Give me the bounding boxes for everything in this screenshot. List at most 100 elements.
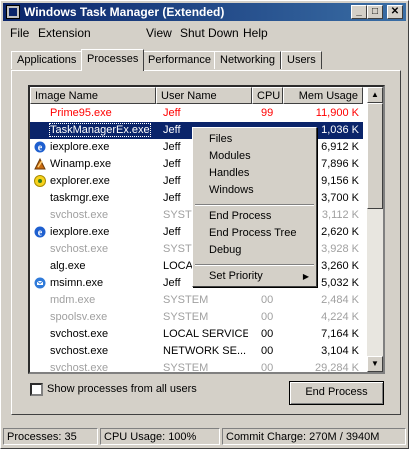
process-cpu: 99 bbox=[261, 107, 274, 119]
process-mem-usage: 3,112 K bbox=[321, 209, 359, 221]
process-user-name: LOCAL SERVICE bbox=[163, 328, 248, 340]
tab-performance[interactable]: Performance bbox=[142, 51, 217, 69]
process-row[interactable]: Prime95.exe Jeff 99 11,900 K bbox=[30, 105, 363, 122]
process-image-name: iexplore.exe bbox=[50, 226, 110, 238]
column-header-cpu[interactable]: CPU bbox=[252, 87, 283, 104]
menu-file[interactable]: File bbox=[10, 26, 29, 40]
process-image-name: explorer.exe bbox=[50, 175, 110, 187]
menu-item-debug[interactable]: Debug bbox=[209, 244, 241, 256]
submenu-arrow-icon: ▶ bbox=[302, 272, 309, 281]
scroll-down-button[interactable]: ▼ bbox=[367, 356, 383, 372]
tab-processes[interactable]: Processes bbox=[81, 49, 145, 71]
msimn-icon bbox=[33, 276, 47, 290]
scroll-thumb[interactable] bbox=[367, 103, 383, 209]
process-mem-usage: 3,104 K bbox=[321, 345, 359, 357]
menu-item-windows[interactable]: Windows bbox=[209, 184, 254, 196]
minimize-button[interactable]: _ bbox=[351, 5, 367, 19]
menu-item-end-process-tree[interactable]: End Process Tree bbox=[209, 227, 296, 239]
process-mem-usage: 7,896 K bbox=[321, 158, 359, 170]
menu-view[interactable]: View bbox=[146, 26, 172, 40]
process-image-name: alg.exe bbox=[50, 260, 86, 272]
svg-text:e: e bbox=[38, 228, 43, 239]
process-image-name: mdm.exe bbox=[50, 294, 96, 306]
process-mem-usage: 3,260 K bbox=[321, 260, 359, 272]
process-mem-usage: 6,912 K bbox=[321, 141, 359, 153]
show-all-users-label[interactable]: Show processes from all users bbox=[47, 383, 197, 395]
process-row[interactable]: svchost.exe SYSTEM 00 29,284 K bbox=[30, 360, 363, 374]
process-context-menu: Files Modules Handles Windows End Proces… bbox=[192, 127, 317, 287]
menu-extension[interactable]: Extension bbox=[38, 26, 91, 40]
menu-shut-down[interactable]: Shut Down bbox=[180, 26, 239, 40]
process-image-name: Prime95.exe bbox=[50, 107, 112, 119]
process-mem-usage: 29,284 K bbox=[314, 362, 359, 374]
process-mem-usage: 5,032 K bbox=[321, 277, 359, 289]
process-row[interactable]: svchost.exe NETWORK SE... 00 3,104 K bbox=[30, 343, 363, 360]
process-image-name: iexplore.exe bbox=[50, 141, 110, 153]
menu-item-set-priority[interactable]: Set Priority bbox=[209, 270, 263, 282]
menu-item-handles[interactable]: Handles bbox=[209, 167, 249, 179]
process-mem-usage: 4,224 K bbox=[321, 311, 359, 323]
end-process-button[interactable]: End Process bbox=[289, 381, 384, 405]
menu-item-end-process[interactable]: End Process bbox=[209, 210, 271, 222]
ie-icon: e bbox=[33, 225, 47, 239]
process-user-name: SYSTEM bbox=[163, 294, 209, 306]
process-image-name: TaskManagerEx.exe bbox=[49, 123, 151, 137]
process-image-name: svchost.exe bbox=[50, 345, 109, 357]
process-cpu: 00 bbox=[261, 362, 274, 374]
process-image-name: svchost.exe bbox=[50, 328, 109, 340]
process-image-name: spoolsv.exe bbox=[50, 311, 108, 323]
process-cpu: 00 bbox=[261, 294, 274, 306]
process-image-name: Winamp.exe bbox=[50, 158, 112, 170]
process-image-name: msimn.exe bbox=[50, 277, 104, 289]
process-cpu: 00 bbox=[261, 328, 274, 340]
winamp-icon bbox=[33, 157, 47, 171]
process-image-name: taskmgr.exe bbox=[50, 192, 110, 204]
process-image-name: svchost.exe bbox=[50, 209, 109, 221]
column-header-mem-usage[interactable]: Mem Usage bbox=[283, 87, 363, 104]
process-mem-usage: 11,900 K bbox=[315, 107, 359, 119]
menu-separator bbox=[195, 264, 314, 266]
title-bar[interactable]: Windows Task Manager (Extended) _ □ ✕ bbox=[3, 3, 406, 21]
svg-text:e: e bbox=[38, 143, 43, 154]
process-row[interactable]: mdm.exe SYSTEM 00 2,484 K bbox=[30, 292, 363, 309]
process-mem-usage: 3,700 K bbox=[321, 192, 359, 204]
show-all-users-checkbox[interactable] bbox=[30, 383, 43, 396]
explorer-icon bbox=[33, 174, 47, 188]
tab-users[interactable]: Users bbox=[281, 51, 322, 69]
tab-applications[interactable]: Applications bbox=[11, 51, 83, 69]
column-header-image-name[interactable]: Image Name bbox=[30, 87, 156, 104]
task-manager-window: Windows Task Manager (Extended) _ □ ✕ Fi… bbox=[0, 0, 409, 449]
column-header-user-name[interactable]: User Name bbox=[156, 87, 252, 104]
process-user-name: SYSTEM bbox=[163, 311, 209, 323]
menu-item-modules[interactable]: Modules bbox=[209, 150, 251, 162]
vertical-scrollbar[interactable]: ▲ ▼ bbox=[367, 87, 383, 372]
scroll-up-button[interactable]: ▲ bbox=[367, 87, 383, 103]
tab-networking[interactable]: Networking bbox=[214, 51, 282, 69]
process-user-name: NETWORK SE... bbox=[163, 345, 247, 357]
status-bar: Processes: 35 CPU Usage: 100% Commit Cha… bbox=[3, 428, 406, 446]
menu-separator bbox=[195, 204, 314, 206]
process-user-name: Jeff bbox=[163, 107, 181, 119]
status-commit-charge: Commit Charge: 270M / 3940M bbox=[222, 428, 406, 445]
process-image-name: svchost.exe bbox=[50, 362, 109, 374]
process-mem-usage: 2,620 K bbox=[321, 226, 359, 238]
process-image-name: svchost.exe bbox=[50, 243, 109, 255]
process-cpu: 00 bbox=[261, 345, 274, 357]
process-mem-usage: 1,036 K bbox=[321, 124, 359, 136]
window-title: Windows Task Manager (Extended) bbox=[24, 5, 225, 19]
ie-icon: e bbox=[33, 140, 47, 154]
process-mem-usage: 9,156 K bbox=[321, 175, 359, 187]
close-button[interactable]: ✕ bbox=[387, 5, 403, 19]
process-mem-usage: 3,928 K bbox=[321, 243, 359, 255]
process-row[interactable]: spoolsv.exe SYSTEM 00 4,224 K bbox=[30, 309, 363, 326]
menu-item-files[interactable]: Files bbox=[209, 133, 232, 145]
process-mem-usage: 2,484 K bbox=[321, 294, 359, 306]
process-mem-usage: 7,164 K bbox=[321, 328, 359, 340]
menu-help[interactable]: Help bbox=[243, 26, 268, 40]
maximize-button[interactable]: □ bbox=[367, 5, 383, 19]
process-cpu: 00 bbox=[261, 311, 274, 323]
process-user-name: SYSTEM bbox=[163, 362, 209, 374]
status-processes: Processes: 35 bbox=[3, 428, 98, 445]
process-row[interactable]: svchost.exe LOCAL SERVICE 00 7,164 K bbox=[30, 326, 363, 343]
task-manager-icon bbox=[6, 5, 20, 19]
